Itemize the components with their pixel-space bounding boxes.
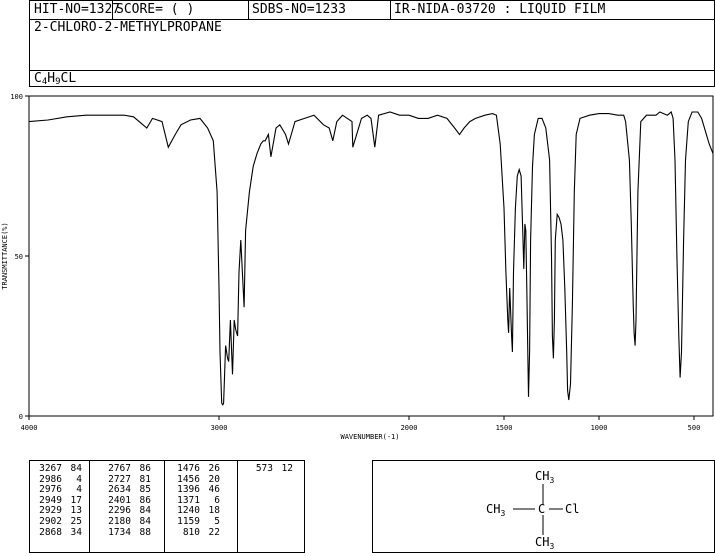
bottom-methyl: CH3: [535, 535, 554, 551]
x-tick-label: 3000: [211, 424, 228, 432]
spectrum-line: [28, 111, 714, 406]
peak-wavenumber: 2767: [108, 463, 131, 474]
chlorine: Cl: [565, 502, 579, 516]
column-separator: [237, 461, 238, 552]
x-tick-label: 1500: [496, 424, 513, 432]
peak-table: 3267 84 2986 4 2976 4 2949 17 2929 13 2902 25 2868 34…: [29, 460, 305, 553]
score: SCORE= ( ): [116, 2, 195, 17]
peak-row: 2868 34: [36, 526, 82, 539]
center-carbon: C: [538, 502, 545, 516]
molecular-formula: C4H9CL: [34, 71, 77, 87]
column-separator: [89, 461, 90, 552]
peak-row: 573 12: [247, 463, 293, 475]
x-tick-label: 1000: [591, 424, 608, 432]
peak-transmittance: 86: [139, 463, 151, 474]
peak-row: 1476 26: [174, 463, 220, 475]
peak-transmittance: 84: [70, 463, 82, 474]
hit-number: HIT-NO=1327: [34, 2, 121, 17]
column-separator: [164, 461, 165, 552]
peak-row: 3267 84: [36, 463, 82, 475]
peak-column: 573 12: [247, 463, 293, 475]
ir-spectrum-chart: TRANSMITTANCE(%) WAVENUMBER(-1) 4000 3000…: [0, 88, 715, 448]
peak-wavenumber: 1159: [177, 515, 200, 527]
header-box: HIT-NO=1327 SCORE= ( ) SDBS-NO=1233 IR-N…: [29, 0, 715, 87]
structure-box: CH3 CH3 C Cl CH3: [372, 460, 715, 553]
peak-row: 1734 88: [105, 526, 151, 539]
peak-wavenumber: 2868: [39, 526, 62, 538]
top-methyl: CH3: [535, 469, 554, 485]
y-tick-label: 50: [15, 253, 23, 261]
peak-wavenumber: 573: [255, 463, 273, 474]
y-axis-label: TRANSMITTANCE(%): [1, 222, 9, 289]
x-axis-label: WAVENUMBER(-1): [340, 433, 399, 441]
peak-wavenumber: 2902: [39, 515, 62, 527]
x-tick-label: 2000: [401, 424, 418, 432]
peak-row: 1159 5: [174, 515, 220, 528]
peak-transmittance: 25: [70, 515, 82, 527]
y-tick-label: 100: [10, 93, 23, 101]
peak-transmittance: 88: [139, 526, 151, 538]
peak-row: 2767 86: [105, 463, 151, 475]
peak-row: 2902 25: [36, 515, 82, 528]
peak-transmittance: 84: [139, 515, 151, 527]
peak-transmittance: 34: [70, 526, 82, 538]
peak-row: 2180 84: [105, 515, 151, 528]
x-tick-label: 500: [688, 424, 701, 432]
peak-transmittance: 22: [208, 526, 220, 538]
plot-frame: [28, 95, 714, 417]
compound-name: 2-CHLORO-2-METHYLPROPANE: [34, 20, 222, 35]
peak-wavenumber: 810: [182, 526, 200, 538]
peak-transmittance: 12: [281, 463, 293, 474]
ir-nida-method: IR-NIDA-03720 : LIQUID FILM: [394, 2, 606, 17]
peak-column: 3267 84 2986 4 2976 4 2949 17 2929 13 2902 25 2868 34: [36, 463, 82, 539]
peak-wavenumber: 1734: [108, 526, 131, 538]
peak-wavenumber: 2180: [108, 515, 131, 527]
peak-transmittance: 5: [214, 515, 220, 527]
peak-wavenumber: 1476: [177, 463, 200, 474]
peak-row: 810 22: [174, 526, 220, 539]
peak-column: 2767 86 2727 81 2634 85 2401 86 2296 84 2180 84 1734…: [105, 463, 151, 539]
structure-diagram: CH3 CH3 C Cl CH3: [486, 469, 579, 551]
left-methyl: CH3: [486, 502, 505, 518]
peak-column: 1476 26 1456 20 1396 46 1371 6 1240 18 1159 5 810 22: [174, 463, 220, 539]
peak-wavenumber: 3267: [39, 463, 62, 474]
sdbs-number: SDBS-NO=1233: [252, 2, 346, 17]
formula-rule: [30, 70, 715, 71]
y-tick-label: 0: [19, 413, 23, 421]
peak-transmittance: 26: [208, 463, 220, 474]
x-tick-label: 4000: [21, 424, 38, 432]
